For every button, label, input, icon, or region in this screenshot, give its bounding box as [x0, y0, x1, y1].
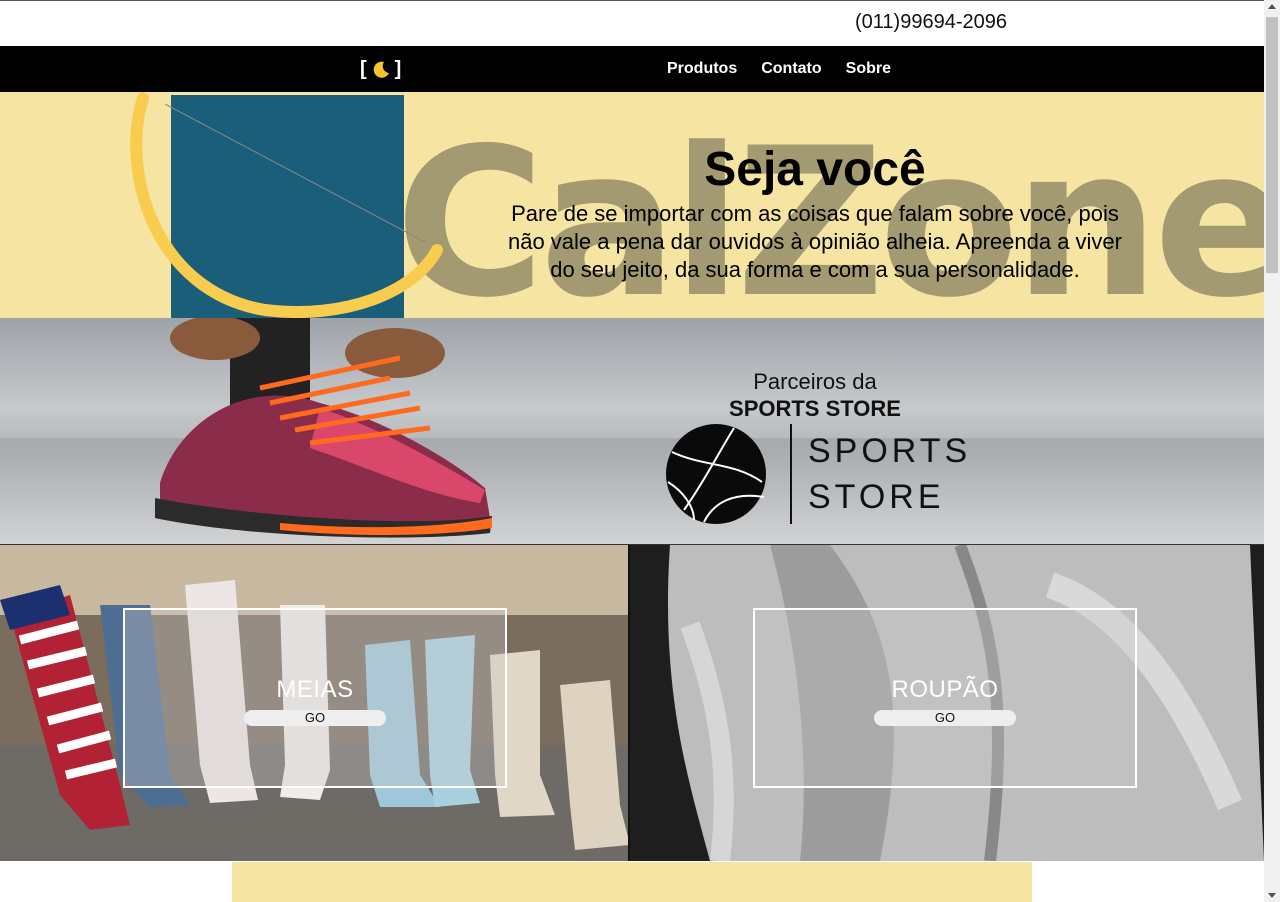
logo-line-store: STORE [808, 478, 945, 516]
theme-toggle-bracket-open: [ [360, 58, 367, 80]
category-card-meias: MEIAS GO [0, 545, 630, 861]
vertical-scrollbar[interactable] [1264, 0, 1280, 902]
nav-link-sobre[interactable]: Sobre [846, 60, 891, 78]
partners-pre-label: Parceiros da [753, 369, 877, 394]
page: (011)99694-2096 [ ] Produtos Contato Sob… [0, 0, 1264, 902]
partners-text: Parceiros da SPORTS STORE [640, 369, 990, 423]
hero-arc-graphic [130, 92, 443, 318]
partners-banner: Parceiros da SPORTS STORE SPORTS STORE [0, 318, 1264, 545]
theme-toggle-button[interactable]: [ ] [360, 58, 401, 81]
go-button-roupao[interactable]: GO [874, 710, 1016, 726]
nav-link-contato[interactable]: Contato [761, 60, 821, 78]
category-card-roupao: ROUPÃO GO [630, 545, 1264, 861]
hero-body: Pare de se importar com as coisas que fa… [507, 201, 1122, 282]
moon-icon [371, 60, 391, 80]
hero-banner: CalZone Seja você Pare de se importar co… [0, 92, 1264, 318]
hero-title: Seja você [704, 143, 926, 196]
logo-line-sports: SPORTS [808, 432, 972, 470]
go-button-meias[interactable]: GO [244, 710, 386, 726]
basketball-icon [666, 424, 766, 524]
top-bar: (011)99694-2096 [0, 1, 1264, 46]
category-grid: MEIAS GO ROUPÃO GO [0, 545, 1264, 861]
nav-links: Produtos Contato Sobre [667, 60, 891, 78]
hero-text-block: Seja você Pare de se importar com as coi… [495, 142, 1135, 284]
scroll-down-arrow-icon[interactable] [1268, 893, 1276, 898]
scroll-up-arrow-icon[interactable] [1268, 4, 1276, 9]
sports-store-logo: SPORTS STORE [664, 422, 971, 526]
partners-name: SPORTS STORE [729, 396, 901, 421]
category-overlay-roupao: ROUPÃO GO [753, 608, 1137, 788]
logo-divider [790, 424, 792, 524]
footer-strip [232, 862, 1032, 902]
nav-link-produtos[interactable]: Produtos [667, 60, 737, 78]
sneaker-image [155, 318, 492, 538]
category-label-meias: MEIAS [276, 676, 354, 703]
category-label-roupao: ROUPÃO [891, 676, 999, 703]
main-nav: [ ] Produtos Contato Sobre [0, 46, 1264, 92]
scrollbar-thumb[interactable] [1266, 17, 1278, 273]
theme-toggle-bracket-close: ] [394, 58, 402, 80]
category-overlay-meias: MEIAS GO [123, 608, 507, 788]
phone-number: (011)99694-2096 [855, 11, 1007, 33]
sports-store-wordmark: SPORTS STORE [808, 428, 971, 520]
